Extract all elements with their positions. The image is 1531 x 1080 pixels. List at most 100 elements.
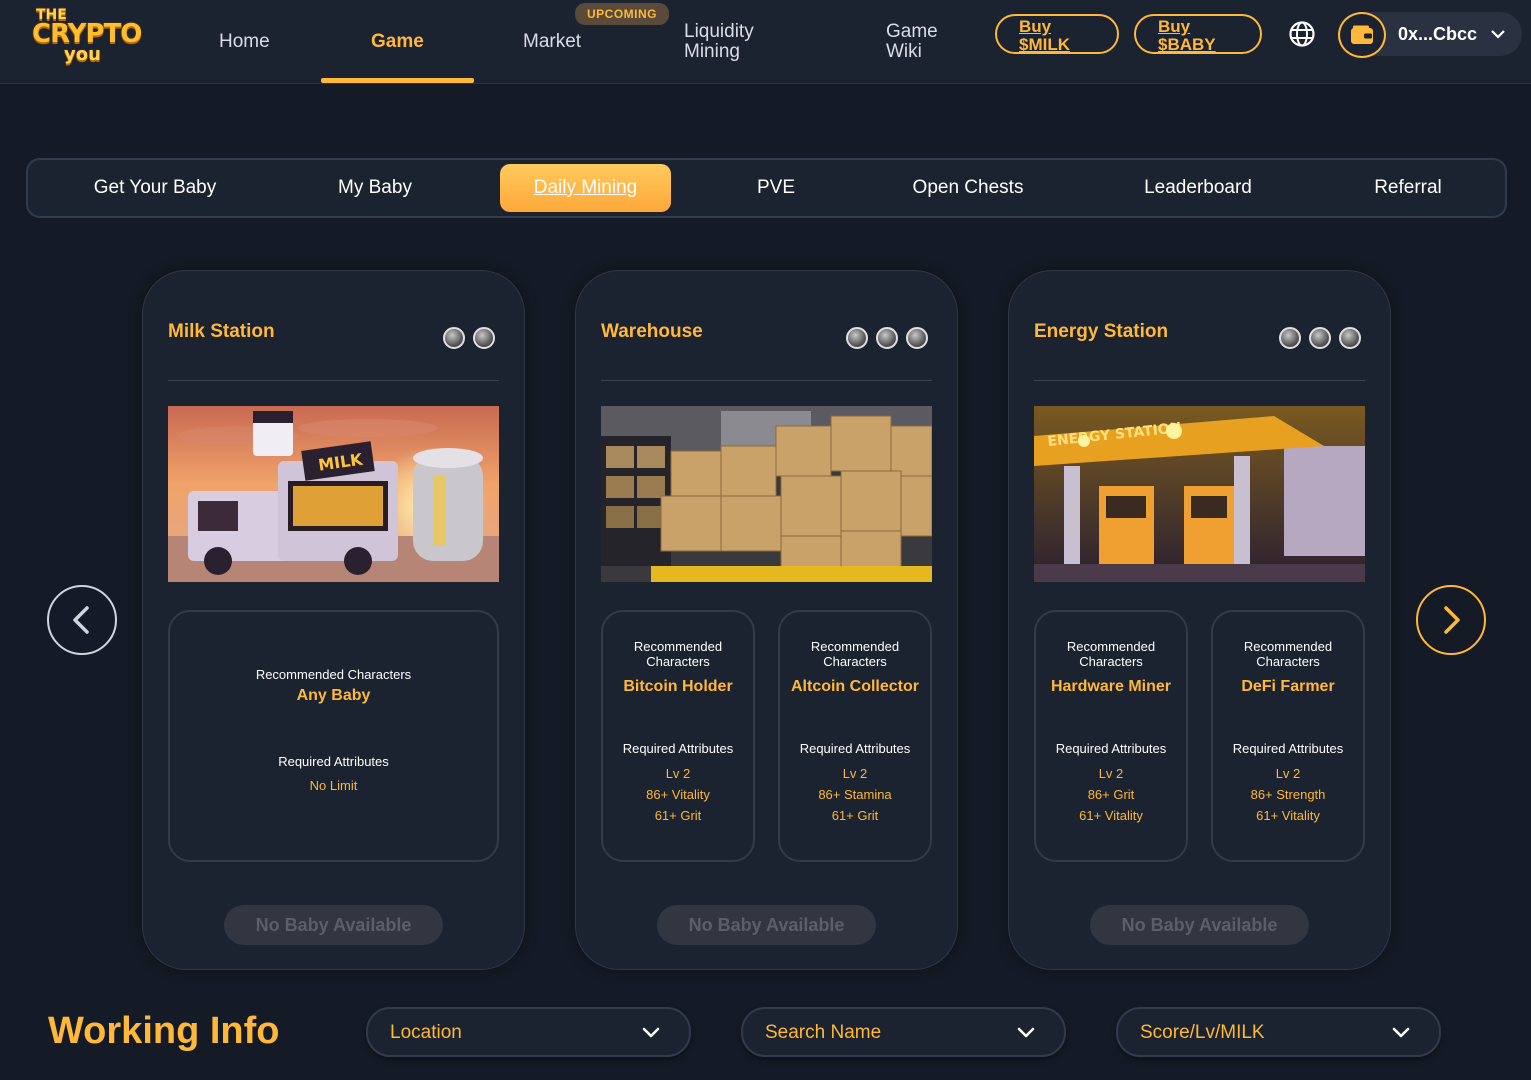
rec-characters-label-1: Recommended (810, 639, 900, 654)
rec-characters-label: Recommended Characters (255, 667, 412, 682)
sort-select[interactable]: Score/Lv/MILK (1116, 1007, 1441, 1057)
rec-characters-label-1: Recommended (1066, 639, 1156, 654)
buy-milk-line1: Buy (1019, 17, 1052, 36)
required-attributes-label: Required Attributes (799, 741, 911, 756)
card-divider (1034, 380, 1365, 381)
tab-get-your-baby[interactable]: Get Your Baby (78, 164, 232, 212)
attr-secondary: 61+ Grit (831, 808, 879, 823)
wallet-dropdown[interactable]: 0x...Cbcc (1338, 12, 1522, 58)
buy-baby-button[interactable]: Buy $BABY (1134, 14, 1262, 54)
bitcoin-holder-info-box: Recommended Characters Bitcoin Holder Re… (601, 610, 755, 862)
search-name-select[interactable]: Search Name (741, 1007, 1066, 1057)
chevron-right-icon (1444, 606, 1460, 634)
milk-station-image: MILK (168, 406, 499, 582)
attr-level: Lv 2 (842, 766, 868, 781)
difficulty-icons (846, 327, 928, 349)
baby-head-icon (876, 327, 898, 349)
nav-home[interactable]: Home (219, 0, 270, 84)
location-select-value: Location (390, 1022, 462, 1043)
tab-referral[interactable]: Referral (1358, 164, 1458, 212)
card-title: Milk Station (168, 321, 275, 342)
buy-milk-line2: $MILK (1019, 35, 1070, 54)
tab-leaderboard[interactable]: Leaderboard (1128, 164, 1268, 212)
energy-station-image: ENERGY STATION (1034, 406, 1365, 582)
tab-my-baby[interactable]: My Baby (322, 164, 428, 212)
attr-secondary: 61+ Grit (654, 808, 702, 823)
sort-select-value: Score/Lv/MILK (1140, 1022, 1265, 1043)
rec-characters-label-2: Characters (646, 654, 710, 669)
game-subtabs: Get Your Baby My Baby Daily Mining PVE O… (26, 158, 1507, 218)
difficulty-icons (1279, 327, 1361, 349)
chevron-down-icon (642, 1027, 660, 1038)
logo-text-you: you (64, 44, 101, 65)
hardware-miner-info-box: Recommended Characters Hardware Miner Re… (1034, 610, 1188, 862)
chevron-left-icon (73, 606, 89, 634)
wallet-icon (1338, 12, 1386, 58)
baby-head-icon (846, 327, 868, 349)
attr-secondary: 61+ Vitality (1079, 808, 1143, 823)
rec-characters-value: Altcoin Collector (790, 678, 919, 695)
card-divider (601, 380, 932, 381)
rec-characters-value: DeFi Farmer (1241, 678, 1335, 695)
nav-game[interactable]: Game (371, 0, 424, 84)
rec-characters-value: Bitcoin Holder (623, 678, 733, 695)
nav-liquidity-mining[interactable]: Liquidity Mining (684, 0, 754, 84)
top-navbar: THE CRYPTO you Home Game Market UPCOMING… (0, 0, 1531, 84)
mining-card-energy-station: Energy Station ENERGY STATION Recommende… (1008, 270, 1391, 970)
no-baby-available-button[interactable]: No Baby Available (1090, 905, 1309, 945)
tab-open-chests[interactable]: Open Chests (897, 164, 1039, 212)
rec-characters-value: Any Baby (296, 687, 371, 704)
required-attributes-label: Required Attributes (278, 754, 389, 769)
required-attributes-label: Required Attributes (622, 741, 734, 756)
rec-characters-value: Hardware Miner (1050, 678, 1172, 695)
warehouse-image (601, 406, 932, 582)
card-title: Warehouse (601, 321, 703, 342)
rec-characters-label-2: Characters (1079, 654, 1143, 669)
baby-head-icon (443, 327, 465, 349)
attr-primary: 86+ Vitality (646, 787, 710, 802)
nav-wiki-line1: Game (886, 21, 938, 42)
attr-level: Lv 2 (1275, 766, 1301, 781)
location-select[interactable]: Location (366, 1007, 691, 1057)
required-attributes-label: Required Attributes (1232, 741, 1344, 756)
attr-level: Lv 2 (1098, 766, 1124, 781)
carousel-prev-button[interactable] (47, 585, 117, 655)
baby-head-icon (1279, 327, 1301, 349)
nav-active-underline (321, 78, 474, 83)
attr-primary: 86+ Grit (1087, 787, 1135, 802)
mining-card-warehouse: Warehouse Recommended Characters Bitcoin… (575, 270, 958, 970)
chevron-down-icon (1392, 1027, 1410, 1038)
baby-head-icon (473, 327, 495, 349)
no-baby-available-button[interactable]: No Baby Available (657, 905, 876, 945)
tab-daily-mining[interactable]: Daily Mining (500, 164, 671, 212)
nav-wiki-line2: Wiki (886, 41, 922, 62)
nav-game-wiki[interactable]: Game Wiki (886, 0, 938, 84)
card-title: Energy Station (1034, 321, 1169, 342)
milk-station-info-box: Recommended Characters Any Baby Required… (168, 610, 499, 862)
required-attributes-label: Required Attributes (1055, 741, 1167, 756)
rec-characters-label-2: Characters (1256, 654, 1320, 669)
required-attributes-value: No Limit (309, 778, 358, 793)
altcoin-collector-info-box: Recommended Characters Altcoin Collector… (778, 610, 932, 862)
carousel-next-button[interactable] (1416, 585, 1486, 655)
nav-liquidity-line1: Liquidity (684, 21, 754, 42)
attr-primary: 86+ Strength (1250, 787, 1326, 802)
baby-head-icon (1309, 327, 1331, 349)
defi-farmer-info-box: Recommended Characters DeFi Farmer Requi… (1211, 610, 1365, 862)
attr-primary: 86+ Stamina (818, 787, 892, 802)
baby-head-icon (1339, 327, 1361, 349)
wallet-address: 0x...Cbcc (1398, 24, 1478, 44)
nav-market[interactable]: Market (523, 0, 581, 84)
buy-baby-line2: $BABY (1158, 35, 1216, 54)
no-baby-available-button[interactable]: No Baby Available (224, 905, 443, 945)
globe-icon[interactable] (1288, 20, 1316, 48)
app-logo[interactable]: THE CRYPTO you (30, 4, 142, 66)
upcoming-badge: UPCOMING (575, 3, 669, 25)
rec-characters-label-2: Characters (823, 654, 887, 669)
rec-characters-label-1: Recommended (1243, 639, 1333, 654)
mining-card-milk-station: Milk Station MILK Recommended Characters… (142, 270, 525, 970)
chevron-down-icon (1017, 1027, 1035, 1038)
tab-pve[interactable]: PVE (746, 164, 806, 212)
buy-milk-button[interactable]: Buy $MILK (995, 14, 1119, 54)
working-info-title: Working Info (48, 1010, 280, 1052)
